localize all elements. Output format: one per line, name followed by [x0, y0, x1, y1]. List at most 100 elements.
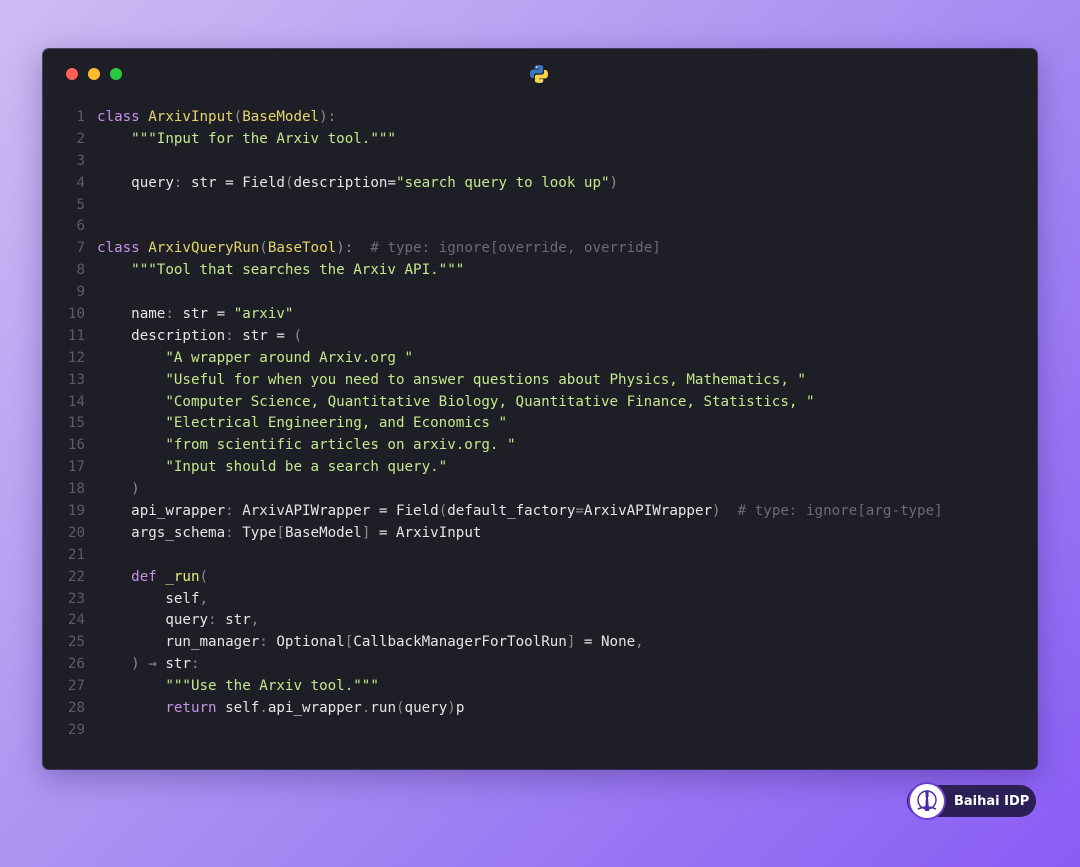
- code-token: :: [190, 656, 200, 673]
- code-token: self: [225, 700, 260, 717]
- line-number: 12: [67, 349, 85, 366]
- code-token: ) →: [131, 656, 166, 673]
- code-token: query: [97, 612, 209, 629]
- code-text: class ArxivQueryRun(BaseTool): # type: i…: [97, 238, 1037, 260]
- code-token: str: [165, 656, 191, 673]
- line-number: 8: [76, 262, 85, 279]
- line-number: 9: [76, 284, 85, 301]
- line-number: 27: [67, 678, 85, 695]
- code-line: 18 ): [43, 479, 1037, 501]
- line-number: 14: [67, 393, 85, 410]
- code-line: 20 args_schema: Type[BaseModel] = ArxivI…: [43, 523, 1037, 545]
- code-line: 9: [43, 282, 1037, 304]
- maximize-window-button[interactable]: [110, 68, 122, 80]
- code-line: 27 """Use the Arxiv tool.""": [43, 676, 1037, 698]
- code-token: name: [97, 306, 166, 323]
- code-token: (: [438, 503, 448, 520]
- code-token: run: [370, 700, 396, 717]
- code-token: ArxivQueryRun: [148, 240, 260, 257]
- code-token: "Useful for when you need to answer ques…: [165, 371, 806, 388]
- code-line: 2 """Input for the Arxiv tool.""": [43, 129, 1037, 151]
- code-token: (: [233, 109, 243, 125]
- code-token: (: [293, 327, 303, 344]
- close-window-button[interactable]: [66, 68, 78, 80]
- code-text: ): [97, 479, 1037, 501]
- code-line: 10 name: str = "arxiv": [43, 304, 1037, 326]
- code-token: "arxiv": [233, 306, 294, 323]
- code-token: args_schema: [97, 524, 226, 541]
- code-token: :: [165, 306, 183, 323]
- code-token: class: [97, 240, 149, 257]
- code-line: 21: [43, 545, 1037, 567]
- code-text: """Input for the Arxiv tool.""": [97, 129, 1037, 151]
- code-token: str: [225, 612, 251, 629]
- python-icon: [530, 65, 548, 83]
- code-token: description=: [293, 174, 396, 191]
- code-line: 26 ) → str:: [43, 654, 1037, 676]
- line-number: 26: [67, 656, 85, 673]
- code-token: class: [97, 109, 149, 125]
- code-line: 19 api_wrapper: ArxivAPIWrapper = Field(…: [43, 501, 1037, 523]
- code-text: return self.api_wrapper.run(query)p: [97, 698, 1037, 720]
- code-token: str = Field: [190, 174, 285, 191]
- code-line: 24 query: str,: [43, 610, 1037, 632]
- code-token: description: [97, 327, 226, 344]
- code-token: "from scientific articles on arxiv.org. …: [165, 437, 516, 454]
- code-editor[interactable]: 1 class ArxivInput(BaseModel): 2 """Input …: [43, 107, 1037, 742]
- code-token: _run: [165, 568, 200, 585]
- code-token: CallbackManagerForToolRun: [353, 634, 567, 651]
- line-number: 15: [67, 415, 85, 432]
- code-window: 1 class ArxivInput(BaseModel): 2 """Input …: [43, 49, 1037, 769]
- code-token: :: [208, 612, 226, 629]
- line-number: 22: [67, 568, 85, 585]
- code-text: class ArxivInput(BaseModel):: [97, 107, 1037, 129]
- code-token: ,: [250, 612, 260, 629]
- code-token: str =: [182, 306, 234, 323]
- code-token: api_wrapper: [97, 503, 226, 520]
- code-text: ) → str:: [97, 654, 1037, 676]
- minimize-window-button[interactable]: [88, 68, 100, 80]
- code-line: 4 query: str = Field(description="search…: [43, 173, 1037, 195]
- code-text: "A wrapper around Arxiv.org ": [97, 348, 1037, 370]
- code-token: [: [276, 524, 285, 541]
- code-token: "search query to look up": [395, 174, 610, 191]
- code-text: def _run(: [97, 567, 1037, 589]
- code-text: query: str,: [97, 610, 1037, 632]
- code-token: str =: [242, 327, 294, 344]
- code-token: # type: ignore[override, override]: [353, 240, 661, 257]
- code-token: """Tool that searches the Arxiv API.""": [131, 262, 465, 279]
- code-line: 12 "A wrapper around Arxiv.org ": [43, 348, 1037, 370]
- line-number: 2: [76, 130, 85, 147]
- code-token: """Use the Arxiv tool.""": [165, 678, 379, 695]
- line-number: 13: [67, 371, 85, 388]
- line-number: 19: [67, 503, 85, 520]
- line-number: 21: [67, 546, 85, 563]
- code-line: 16 "from scientific articles on arxiv.or…: [43, 435, 1037, 457]
- code-line: 29: [43, 720, 1037, 742]
- code-token: BaseModel: [284, 524, 362, 541]
- code-text: """Use the Arxiv tool.""": [97, 676, 1037, 698]
- line-number: 18: [67, 481, 85, 498]
- code-token: :: [225, 503, 243, 520]
- code-token: =: [575, 503, 584, 520]
- code-token: ,: [635, 634, 644, 651]
- line-number: 29: [67, 721, 85, 738]
- code-token: BaseModel: [242, 109, 320, 125]
- code-token: .: [259, 700, 268, 717]
- brand-label: Baihai IDP: [954, 793, 1030, 809]
- line-number: 16: [67, 437, 85, 454]
- code-token: ArxivAPIWrapper: [583, 503, 713, 520]
- code-token: query: [97, 174, 174, 191]
- code-line: 5: [43, 195, 1037, 217]
